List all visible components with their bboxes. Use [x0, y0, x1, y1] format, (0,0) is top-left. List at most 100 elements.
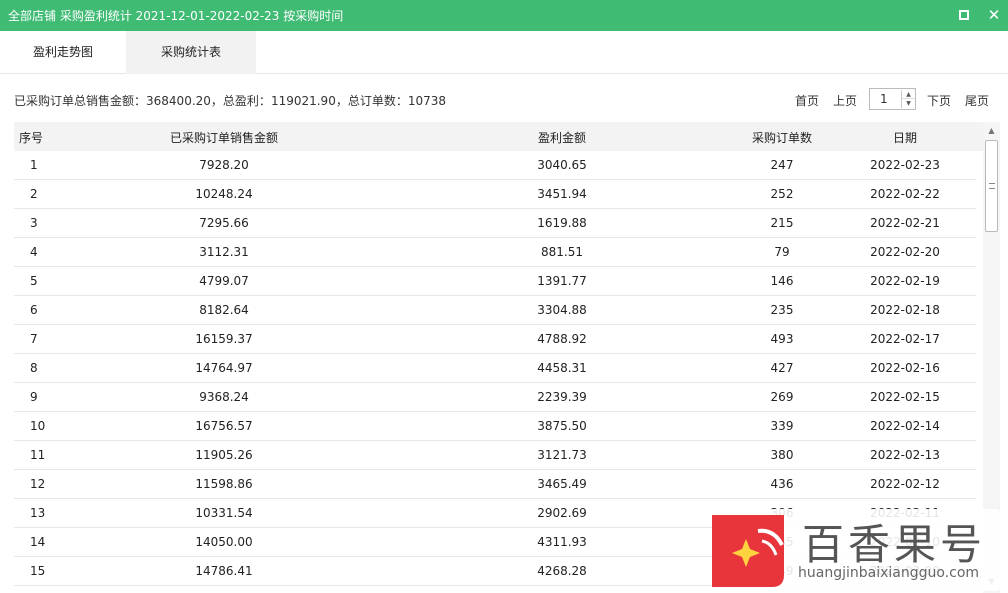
summary-profit-value: 119021.90 — [270, 94, 336, 108]
cell-profit: 4458.31 — [537, 361, 587, 375]
table-row[interactable]: 11 11905.26 3121.73 380 2022-02-13 — [14, 441, 976, 470]
table-row[interactable]: 9 9368.24 2239.39 269 2022-02-15 — [14, 383, 976, 412]
table-row[interactable]: 3 7295.66 1619.88 215 2022-02-21 — [14, 209, 976, 238]
watermark-brand-url: huangjinbaixiangguo.com — [798, 565, 980, 581]
cell-idx: 3 — [30, 216, 38, 230]
prev-page-link[interactable]: 上页 — [833, 92, 857, 109]
summary-profit-label: ，总盈利： — [210, 94, 271, 108]
table-row[interactable]: 4 3112.31 881.51 79 2022-02-20 — [14, 238, 976, 267]
table-row[interactable]: 5 4799.07 1391.77 146 2022-02-19 — [14, 267, 976, 296]
cell-date: 2022-02-21 — [870, 216, 940, 230]
cell-profit: 4268.28 — [537, 564, 587, 578]
tab-bar: 盈利走势图 采购统计表 — [0, 31, 1008, 74]
summary-sales-label: 已采购订单总销售金额： — [14, 94, 147, 108]
cell-date: 2022-02-14 — [870, 419, 940, 433]
cell-orders: 339 — [770, 419, 794, 433]
cell-orders: 247 — [770, 158, 794, 172]
cell-sales: 14786.41 — [195, 564, 253, 578]
next-page-link[interactable]: 下页 — [927, 92, 951, 109]
cell-idx: 8 — [30, 361, 38, 375]
close-button[interactable]: ✕ — [986, 7, 1002, 23]
scroll-up-arrow-icon[interactable]: ▲ — [983, 126, 1000, 138]
cell-idx: 2 — [30, 187, 38, 201]
cell-sales: 10331.54 — [195, 506, 253, 520]
table-row[interactable]: 10 16756.57 3875.50 339 2022-02-14 — [14, 412, 976, 441]
page-number-value[interactable]: 1 — [880, 92, 888, 106]
page-spinner[interactable]: ▲ ▼ — [901, 90, 915, 108]
cell-profit: 2902.69 — [537, 506, 587, 520]
first-page-link[interactable]: 首页 — [795, 92, 819, 109]
cell-profit: 3304.88 — [537, 303, 587, 317]
cell-orders: 146 — [770, 274, 794, 288]
cell-orders: 493 — [770, 332, 794, 346]
cell-idx: 1 — [30, 158, 38, 172]
last-page-link[interactable]: 尾页 — [965, 92, 989, 109]
cell-profit: 1619.88 — [537, 216, 587, 230]
scrollbar-grip — [989, 183, 995, 189]
table-row[interactable]: 12 11598.86 3465.49 436 2022-02-12 — [14, 470, 976, 499]
cell-sales: 7928.20 — [199, 158, 249, 172]
cell-idx: 6 — [30, 303, 38, 317]
cell-sales: 16756.57 — [195, 419, 253, 433]
maximize-button[interactable] — [956, 7, 972, 23]
cell-profit: 4788.92 — [537, 332, 587, 346]
page-number-stepper[interactable]: 1 ▲ ▼ — [869, 88, 916, 110]
cell-date: 2022-02-16 — [870, 361, 940, 375]
table-row[interactable]: 2 10248.24 3451.94 252 2022-02-22 — [14, 180, 976, 209]
header-idx[interactable]: 序号 — [19, 129, 43, 146]
maximize-icon — [959, 10, 969, 20]
cell-orders: 79 — [774, 245, 790, 259]
header-profit[interactable]: 盈利金额 — [514, 129, 610, 146]
cell-date: 2022-02-23 — [870, 158, 940, 172]
cell-sales: 9368.24 — [199, 390, 249, 404]
cell-idx: 10 — [30, 419, 46, 433]
cell-profit: 881.51 — [541, 245, 583, 259]
watermark-brand-cn: 百香果号 — [802, 520, 987, 569]
cell-orders: 215 — [770, 216, 794, 230]
tab-profit-trend[interactable]: 盈利走势图 — [0, 31, 126, 74]
summary-sales-value: 368400.20 — [146, 94, 211, 108]
spin-down-icon[interactable]: ▼ — [902, 99, 915, 108]
cell-date: 2022-02-12 — [870, 477, 940, 491]
cell-sales: 11905.26 — [195, 448, 253, 462]
header-sales[interactable]: 已采购订单销售金额 — [169, 129, 279, 146]
header-date[interactable]: 日期 — [850, 129, 960, 146]
cell-date: 2022-02-18 — [870, 303, 940, 317]
cell-idx: 11 — [30, 448, 46, 462]
title-bar: 全部店铺 采购盈利统计 2021-12-01-2022-02-23 按采购时间 … — [0, 0, 1008, 31]
header-orders[interactable]: 采购订单数 — [732, 129, 832, 146]
tab-purchase-stats[interactable]: 采购统计表 — [126, 31, 256, 74]
table-row[interactable]: 1 7928.20 3040.65 247 2022-02-23 — [14, 151, 976, 180]
scrollbar-thumb[interactable] — [985, 140, 998, 232]
summary-line: 已采购订单总销售金额：368400.20，总盈利：119021.90，总订单数：… — [14, 92, 446, 109]
cell-date: 2022-02-22 — [870, 187, 940, 201]
cell-orders: 427 — [770, 361, 794, 375]
table-row[interactable]: 8 14764.97 4458.31 427 2022-02-16 — [14, 354, 976, 383]
summary-orders-label: ，总订单数： — [335, 94, 408, 108]
cell-profit: 2239.39 — [537, 390, 587, 404]
cell-date: 2022-02-20 — [870, 245, 940, 259]
cell-orders: 436 — [770, 477, 794, 491]
cell-sales: 14050.00 — [195, 535, 253, 549]
summary-orders-value: 10738 — [407, 94, 447, 108]
cell-sales: 7295.66 — [199, 216, 249, 230]
cell-idx: 14 — [30, 535, 46, 549]
cell-orders: 380 — [770, 448, 794, 462]
cell-idx: 4 — [30, 245, 38, 259]
cell-profit: 3875.50 — [537, 419, 587, 433]
cell-date: 2022-02-13 — [870, 448, 940, 462]
cell-sales: 3112.31 — [199, 245, 249, 259]
table-row[interactable]: 7 16159.37 4788.92 493 2022-02-17 — [14, 325, 976, 354]
cell-profit: 3451.94 — [537, 187, 587, 201]
sparkle-logo-icon — [712, 515, 784, 587]
cell-sales: 10248.24 — [195, 187, 253, 201]
cell-sales: 16159.37 — [195, 332, 253, 346]
cell-date: 2022-02-15 — [870, 390, 940, 404]
cell-idx: 9 — [30, 390, 38, 404]
cell-orders: 269 — [770, 390, 794, 404]
cell-sales: 8182.64 — [199, 303, 249, 317]
table-row[interactable]: 6 8182.64 3304.88 235 2022-02-18 — [14, 296, 976, 325]
spin-up-icon[interactable]: ▲ — [902, 90, 915, 99]
cell-idx: 12 — [30, 477, 46, 491]
window-title: 全部店铺 采购盈利统计 2021-12-01-2022-02-23 按采购时间 — [8, 9, 344, 23]
